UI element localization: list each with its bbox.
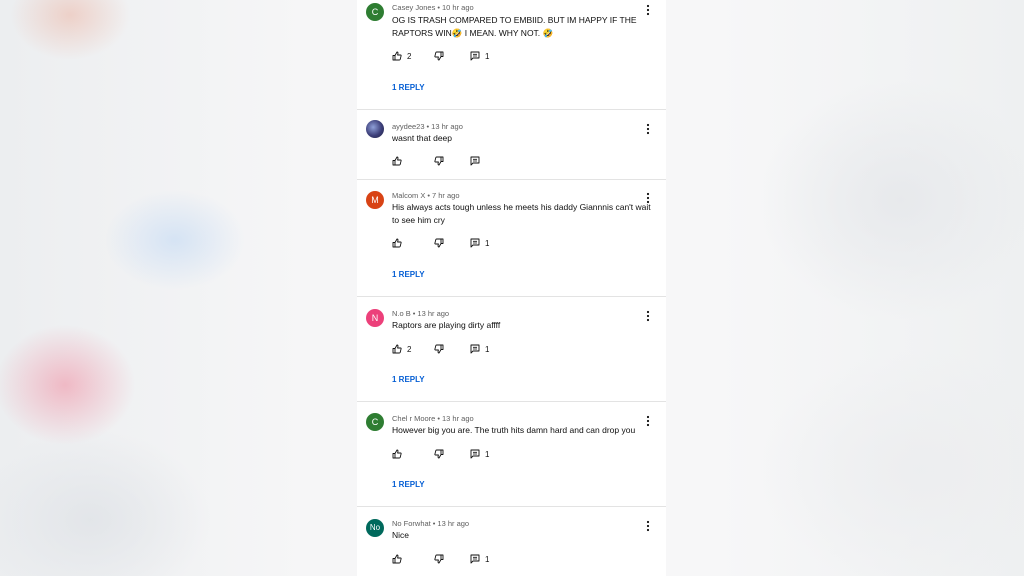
reply-button[interactable]: 1 xyxy=(470,343,489,355)
comment-icon xyxy=(470,156,480,166)
thumb-up-icon xyxy=(392,51,402,61)
thumb-up-icon xyxy=(392,156,402,166)
meta-separator: • xyxy=(427,191,430,200)
view-replies-link[interactable]: 1 REPLY xyxy=(392,270,425,279)
comment-meta: Casey Jones • 10 hr ago xyxy=(392,3,474,12)
dislike-button[interactable] xyxy=(434,553,444,565)
thumb-down-icon xyxy=(434,449,444,459)
avatar[interactable]: M xyxy=(366,191,384,209)
like-button[interactable] xyxy=(392,237,402,249)
like-count: 2 xyxy=(407,344,412,354)
view-replies-link[interactable]: 1 REPLY xyxy=(392,375,425,384)
comment-icon xyxy=(470,238,480,248)
avatar[interactable]: C xyxy=(366,3,384,21)
comment-time: 13 hr ago xyxy=(417,309,450,318)
like-button[interactable] xyxy=(392,553,402,565)
comment-meta: ayydee23 • 13 hr ago xyxy=(392,122,463,131)
comment-meta: Malcom X • 7 hr ago xyxy=(392,191,460,200)
thumb-down-icon xyxy=(434,344,444,354)
comment-item: N N.o B • 13 hr ago Raptors are playing di… xyxy=(357,297,666,402)
dislike-button[interactable] xyxy=(434,448,444,460)
comment-icon xyxy=(470,344,480,354)
comment-text: OG IS TRASH COMPARED TO EMBIID. BUT IM H… xyxy=(392,15,637,38)
comment-text: His always acts tough unless he meets hi… xyxy=(392,202,651,225)
comment-time: 10 hr ago xyxy=(442,3,474,12)
reply-count: 1 xyxy=(485,51,490,61)
comment-time: 13 hr ago xyxy=(437,519,470,528)
reply-count: 1 xyxy=(485,554,490,564)
avatar[interactable]: C xyxy=(366,413,384,431)
comment-text: Raptors are playing dirty affff xyxy=(392,320,501,330)
comment-meta: No Forwhat • 13 hr ago xyxy=(392,519,469,528)
author-name[interactable]: Malcom X xyxy=(392,191,425,200)
reply-count: 1 xyxy=(485,449,490,459)
view-replies-link[interactable]: 1 REPLY xyxy=(392,83,425,92)
thumb-down-icon xyxy=(434,156,444,166)
reply-count: 1 xyxy=(485,238,490,248)
comment-item: No No Forwhat • 13 hr ago Nice 1 xyxy=(357,507,666,576)
dislike-button[interactable] xyxy=(434,343,444,355)
like-button[interactable]: 2 xyxy=(392,50,411,62)
meta-separator: • xyxy=(437,3,440,12)
like-button[interactable] xyxy=(392,448,402,460)
dislike-button[interactable] xyxy=(434,50,444,62)
reply-button[interactable]: 1 xyxy=(470,237,489,249)
avatar[interactable]: No xyxy=(366,519,384,537)
comment-item: C Casey Jones • 10 hr ago OG IS TRASH COMP… xyxy=(357,0,666,110)
meta-separator: • xyxy=(437,414,440,423)
comment-icon xyxy=(470,554,480,564)
meta-separator: • xyxy=(412,309,416,318)
thumb-up-icon xyxy=(392,344,402,354)
comment-time: 7 hr ago xyxy=(431,191,460,200)
comment-item: C Chel r Moore • 13 hr ago However big you… xyxy=(357,402,666,507)
avatar[interactable] xyxy=(366,120,384,138)
author-name[interactable]: N.o B xyxy=(392,309,411,318)
author-name[interactable]: Chel r Moore xyxy=(392,414,435,423)
view-replies-link[interactable]: 1 REPLY xyxy=(392,480,425,489)
comment-icon xyxy=(470,51,480,61)
comment-text: Nice xyxy=(392,530,410,540)
comment-item: M Malcom X • 7 hr ago His always acts toug… xyxy=(357,180,666,297)
thumb-down-icon xyxy=(434,51,444,61)
meta-separator: • xyxy=(432,519,436,528)
reply-count: 1 xyxy=(485,344,490,354)
thumb-up-icon xyxy=(392,238,402,248)
like-button[interactable] xyxy=(392,155,402,167)
comment-meta: N.o B • 13 hr ago xyxy=(392,309,449,318)
author-name[interactable]: No Forwhat xyxy=(392,519,431,528)
thumb-up-icon xyxy=(392,554,402,564)
comment-time: 13 hr ago xyxy=(431,122,463,131)
comment-item: ayydee23 • 13 hr ago wasnt that deep xyxy=(357,110,666,180)
reply-button[interactable]: 1 xyxy=(470,448,489,460)
comment-meta: Chel r Moore • 13 hr ago xyxy=(392,414,474,423)
avatar[interactable]: N xyxy=(366,309,384,327)
comment-icon xyxy=(470,449,480,459)
thumb-up-icon xyxy=(392,449,402,459)
meta-separator: • xyxy=(426,122,430,131)
thumb-down-icon xyxy=(434,238,444,248)
comment-text: wasnt that deep xyxy=(392,133,453,143)
like-button[interactable]: 2 xyxy=(392,343,411,355)
thumb-down-icon xyxy=(434,554,444,564)
dislike-button[interactable] xyxy=(434,237,444,249)
comments-list: C Casey Jones • 10 hr ago OG IS TRASH COMP… xyxy=(357,0,666,576)
reply-button[interactable]: 1 xyxy=(470,553,489,565)
reply-button[interactable] xyxy=(470,155,480,167)
comment-text: However big you are. The truth hits damn… xyxy=(392,425,636,435)
comment-time: 13 hr ago xyxy=(442,414,474,423)
author-name[interactable]: ayydee23 xyxy=(392,122,425,131)
dislike-button[interactable] xyxy=(434,155,444,167)
author-name[interactable]: Casey Jones xyxy=(392,3,435,12)
like-count: 2 xyxy=(407,51,412,61)
reply-button[interactable]: 1 xyxy=(470,50,489,62)
